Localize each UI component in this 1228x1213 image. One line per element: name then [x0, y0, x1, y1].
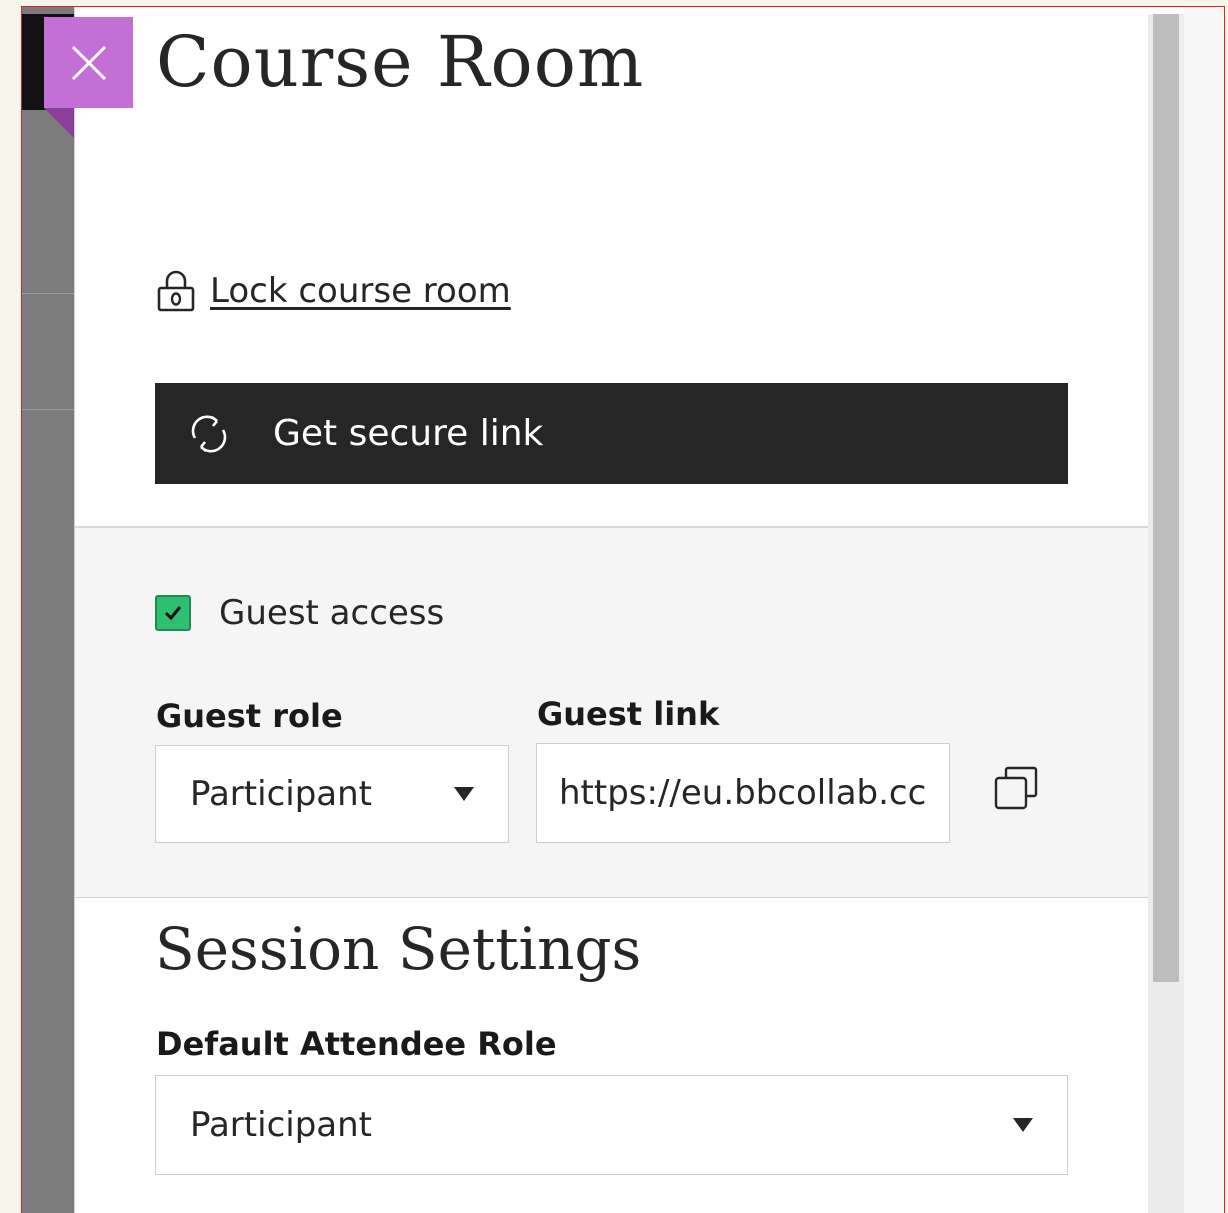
refresh-icon — [191, 415, 227, 452]
guest-access-checkbox[interactable] — [155, 595, 191, 631]
background-page-right — [1184, 7, 1224, 1213]
guest-access-label: Guest access — [219, 593, 445, 633]
get-secure-link-button[interactable]: Get secure link — [155, 383, 1068, 484]
app-frame: Course Room Lock course room Get secure … — [21, 6, 1225, 1213]
guest-access-row[interactable]: Guest access — [155, 590, 444, 636]
lock-icon — [157, 270, 195, 312]
caret-down-icon — [1013, 1118, 1033, 1132]
panel-title: Course Room — [156, 21, 645, 103]
guest-link-label: Guest link — [537, 695, 720, 733]
section-divider — [75, 897, 1148, 898]
default-attendee-role-select[interactable]: Participant — [155, 1075, 1068, 1175]
guest-role-value: Participant — [190, 774, 373, 814]
lock-course-room-link[interactable]: Lock course room — [210, 271, 511, 311]
panel-scrollbar[interactable] — [1148, 14, 1184, 1213]
background-page-left — [22, 7, 74, 1213]
guest-role-select[interactable]: Participant — [155, 745, 509, 843]
session-settings-title: Session Settings — [155, 915, 642, 983]
default-attendee-role-value: Participant — [190, 1105, 373, 1145]
close-icon — [71, 45, 106, 80]
close-button[interactable] — [44, 17, 133, 108]
copy-link-button[interactable] — [990, 762, 1044, 816]
get-secure-link-label: Get secure link — [273, 413, 544, 454]
background-divider — [22, 293, 74, 294]
checkmark-icon — [164, 606, 182, 621]
background-divider — [22, 409, 74, 410]
copy-icon — [994, 766, 1038, 810]
close-button-tail — [44, 108, 74, 138]
guest-link-input[interactable] — [536, 743, 950, 843]
lock-course-room-row[interactable]: Lock course room — [156, 267, 511, 315]
caret-down-icon — [454, 787, 474, 801]
scrollbar-thumb[interactable] — [1153, 14, 1179, 982]
guest-role-label: Guest role — [156, 697, 343, 735]
default-attendee-role-label: Default Attendee Role — [156, 1025, 557, 1063]
